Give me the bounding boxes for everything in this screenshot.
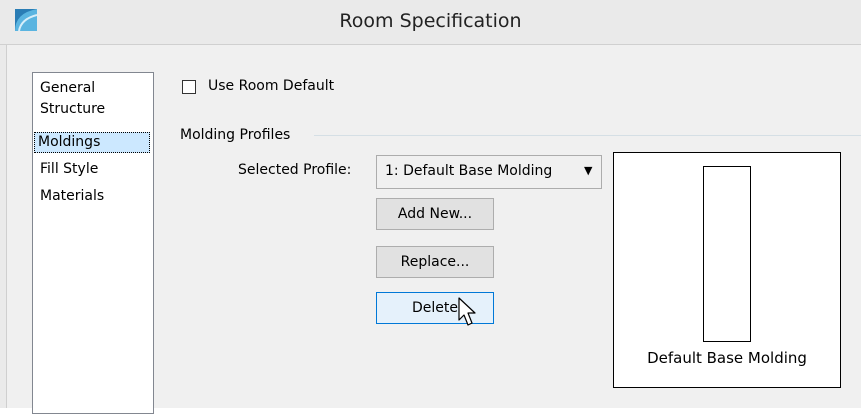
profile-preview: Default Base Molding <box>613 152 841 388</box>
selected-profile-label: Selected Profile: <box>238 162 352 178</box>
window-title: Room Specification <box>339 10 522 32</box>
group-divider <box>314 135 861 136</box>
add-new-button[interactable]: Add New... <box>376 198 494 230</box>
nav-item-general[interactable]: General <box>36 78 99 99</box>
replace-button[interactable]: Replace... <box>376 246 494 278</box>
profile-preview-label: Default Base Molding <box>647 349 807 367</box>
nav-item-structure[interactable]: Structure <box>36 99 109 120</box>
title-bar[interactable]: Room Specification <box>0 0 861 45</box>
dropdown-arrow-icon: ▼ <box>584 164 593 177</box>
molding-profile-shape <box>703 166 751 342</box>
nav-item-materials[interactable]: Materials <box>36 186 108 207</box>
nav-item-moldings[interactable]: Moldings <box>34 132 150 153</box>
category-list[interactable]: General Structure Moldings Fill Style Ma… <box>32 72 154 414</box>
selected-profile-dropdown[interactable]: 1: Default Base Molding ▼ <box>376 155 602 189</box>
mouse-cursor-icon <box>458 297 476 326</box>
nav-item-fill-style[interactable]: Fill Style <box>36 159 102 180</box>
selected-profile-value: 1: Default Base Molding <box>385 163 553 179</box>
molding-profiles-group-label: Molding Profiles <box>180 127 291 143</box>
use-room-default-checkbox[interactable] <box>182 80 196 94</box>
use-room-default-label[interactable]: Use Room Default <box>208 78 334 94</box>
